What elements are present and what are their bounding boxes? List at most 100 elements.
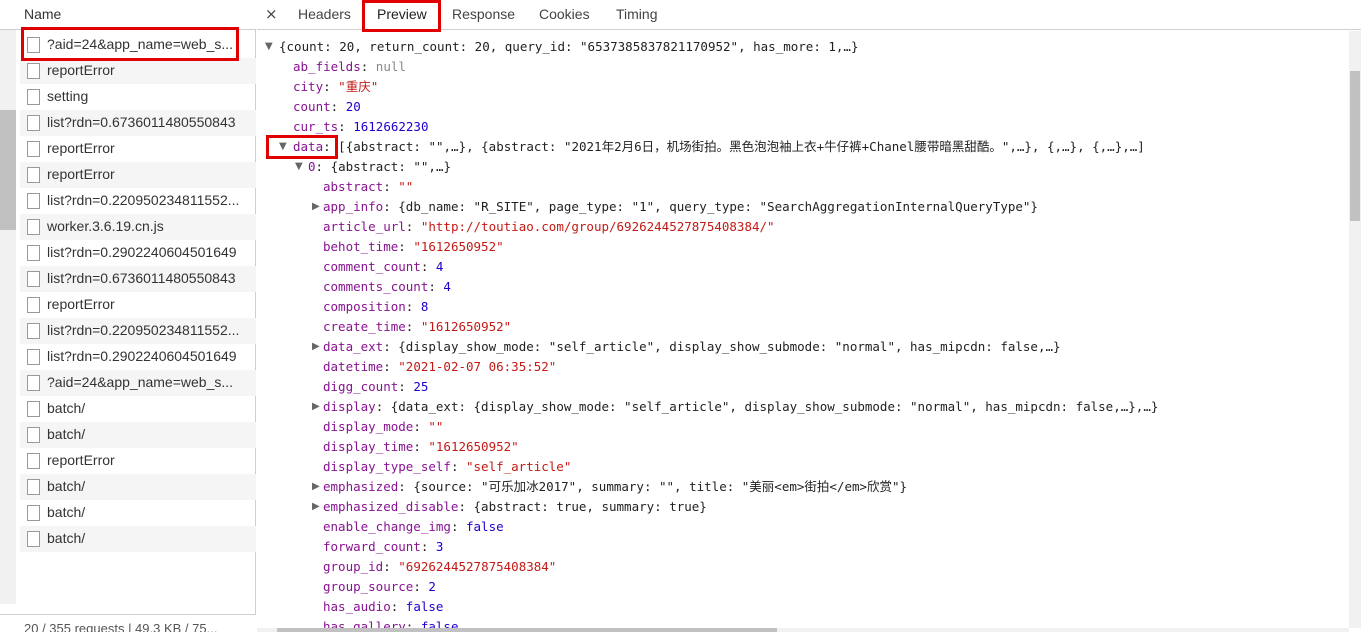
- request-name: reportError: [47, 296, 115, 312]
- field-key: forward_count: [323, 539, 421, 554]
- close-icon[interactable]: ×: [265, 5, 278, 23]
- field-row[interactable]: emphasized: {source: "可乐加冰2017", summary…: [323, 477, 907, 497]
- detail-tab-bar: × Headers Preview Response Cookies Timin…: [257, 0, 1361, 30]
- field-key: enable_change_img: [323, 519, 451, 534]
- expand-triangle-icon[interactable]: ▶: [312, 477, 320, 497]
- preview-scrollbar-thumb[interactable]: [1350, 71, 1360, 221]
- request-row[interactable]: reportError: [20, 448, 256, 474]
- field-row: article_url: "http://toutiao.com/group/6…: [323, 219, 775, 234]
- field-key: abstract: [323, 179, 384, 194]
- field-key: has_audio: [323, 599, 391, 614]
- request-row[interactable]: list?rdn=0.6736011480550843: [20, 110, 256, 136]
- file-icon: [27, 63, 40, 79]
- expand-triangle-icon[interactable]: ▶: [312, 497, 320, 517]
- field-value: {abstract: true, summary: true}: [473, 499, 707, 514]
- preview-json-tree: ▼ {count: 20, return_count: 20, query_id…: [257, 31, 1349, 628]
- file-icon: [27, 193, 40, 209]
- file-icon: [27, 531, 40, 547]
- field-value: 4: [443, 279, 451, 294]
- tab-headers[interactable]: Headers: [298, 6, 351, 22]
- field-row[interactable]: app_info: {db_name: "R_SITE", page_type:…: [323, 197, 1038, 217]
- request-name: worker.3.6.19.cn.js: [47, 218, 164, 234]
- expand-triangle-icon[interactable]: ▼: [295, 157, 303, 177]
- expand-triangle-icon[interactable]: ▼: [265, 37, 273, 57]
- preview-horizontal-scrollbar[interactable]: [257, 628, 1349, 632]
- request-row[interactable]: list?rdn=0.6736011480550843: [20, 266, 256, 292]
- tree-value: "重庆": [338, 79, 379, 94]
- request-row[interactable]: batch/: [20, 422, 256, 448]
- request-row[interactable]: batch/: [20, 500, 256, 526]
- request-name: list?rdn=0.220950234811552...: [47, 192, 240, 208]
- status-bar: 20 / 355 requests | 49.3 KB / 75...: [0, 614, 256, 632]
- request-row[interactable]: batch/: [20, 526, 256, 552]
- request-row[interactable]: batch/: [20, 396, 256, 422]
- request-row[interactable]: worker.3.6.19.cn.js: [20, 214, 256, 240]
- field-value: 8: [420, 299, 429, 314]
- tree-row: ab_fields: null: [293, 59, 406, 74]
- request-name: reportError: [47, 140, 115, 156]
- field-row: composition: 8: [323, 299, 429, 314]
- field-row: display_mode: "": [323, 419, 444, 434]
- name-column-header[interactable]: Name: [0, 0, 256, 30]
- tree-value: null: [375, 59, 406, 74]
- file-icon: [27, 297, 40, 313]
- tab-timing[interactable]: Timing: [616, 6, 658, 22]
- field-key: behot_time: [323, 239, 399, 254]
- root-summary[interactable]: {count: 20, return_count: 20, query_id: …: [279, 37, 858, 57]
- field-key: datetime: [323, 359, 384, 374]
- request-row[interactable]: batch/: [20, 474, 256, 500]
- request-row[interactable]: reportError: [20, 162, 256, 188]
- file-icon: [27, 115, 40, 131]
- request-name: list?rdn=0.6736011480550843: [47, 114, 236, 130]
- field-value: "": [398, 179, 414, 194]
- request-row[interactable]: ?aid=24&app_name=web_s...: [20, 370, 256, 396]
- request-name: list?rdn=0.6736011480550843: [47, 270, 236, 286]
- field-value: "1612650952": [420, 319, 512, 334]
- request-name: batch/: [47, 530, 86, 546]
- tree-row: city: "重庆": [293, 79, 379, 94]
- expand-triangle-icon[interactable]: ▶: [312, 197, 320, 217]
- expand-triangle-icon[interactable]: ▶: [312, 397, 320, 417]
- file-icon: [27, 271, 40, 287]
- left-scrollbar[interactable]: [0, 30, 16, 604]
- tab-preview[interactable]: Preview: [377, 6, 427, 22]
- item-row[interactable]: 0: {abstract: "",…}: [308, 157, 451, 177]
- field-row: behot_time: "1612650952": [323, 239, 504, 254]
- preview-vertical-scrollbar[interactable]: [1349, 31, 1361, 628]
- left-scrollbar-thumb[interactable]: [0, 110, 16, 230]
- request-row[interactable]: list?rdn=0.2902240604501649: [20, 344, 256, 370]
- field-row[interactable]: display: {data_ext: {display_show_mode: …: [323, 397, 1158, 417]
- request-row[interactable]: reportError: [20, 136, 256, 162]
- request-name: list?rdn=0.220950234811552...: [47, 322, 240, 338]
- field-key: display_time: [323, 439, 414, 454]
- field-value: {data_ext: {display_show_mode: "self_art…: [390, 399, 1159, 414]
- request-row[interactable]: list?rdn=0.2902240604501649: [20, 240, 256, 266]
- request-name: ?aid=24&app_name=web_s...: [47, 36, 234, 52]
- field-key: group_source: [323, 579, 414, 594]
- data-summary: [{abstract: "",…}, {abstract: "2021年2月6日…: [338, 139, 1145, 154]
- file-icon: [27, 505, 40, 521]
- data-row[interactable]: data: [{abstract: "",…}, {abstract: "202…: [293, 137, 1145, 157]
- item-summary: {abstract: "",…}: [330, 159, 452, 174]
- expand-triangle-icon[interactable]: ▶: [312, 337, 320, 357]
- field-key: digg_count: [323, 379, 399, 394]
- field-row[interactable]: emphasized_disable: {abstract: true, sum…: [323, 497, 707, 517]
- field-key: article_url: [323, 219, 406, 234]
- preview-hscrollbar-thumb[interactable]: [277, 628, 777, 632]
- field-row: enable_change_img: false: [323, 519, 504, 534]
- field-key: data_ext: [323, 339, 384, 354]
- request-row[interactable]: list?rdn=0.220950234811552...: [20, 318, 256, 344]
- expand-triangle-icon[interactable]: ▼: [279, 137, 287, 157]
- request-row[interactable]: reportError: [20, 58, 256, 84]
- field-row[interactable]: data_ext: {display_show_mode: "self_arti…: [323, 337, 1061, 357]
- request-row[interactable]: setting: [20, 84, 256, 110]
- request-row[interactable]: reportError: [20, 292, 256, 318]
- field-value: "1612650952": [428, 439, 519, 454]
- file-icon: [27, 427, 40, 443]
- request-row[interactable]: ?aid=24&app_name=web_s...: [20, 32, 256, 58]
- tab-response[interactable]: Response: [452, 6, 515, 22]
- request-row[interactable]: list?rdn=0.220950234811552...: [20, 188, 256, 214]
- field-value: {db_name: "R_SITE", page_type: "1", quer…: [398, 199, 1038, 214]
- field-row: datetime: "2021-02-07 06:35:52": [323, 359, 557, 374]
- tab-cookies[interactable]: Cookies: [539, 6, 590, 22]
